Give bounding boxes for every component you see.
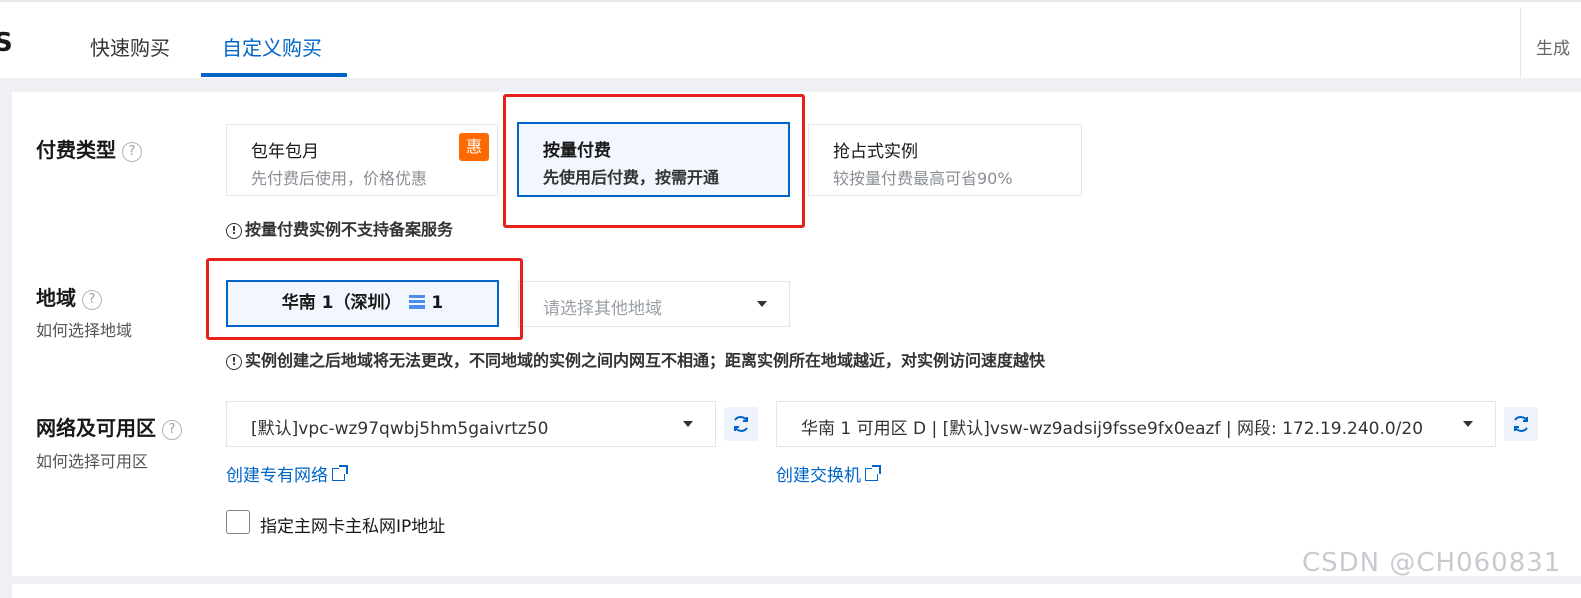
annotation-highlight-region [206,258,523,340]
top-bar: S 快速购买 自定义购买 生成 [0,0,1581,78]
question-circle-icon[interactable]: ? [122,142,142,162]
info-circle-icon: ! [226,354,242,370]
tab-quick-buy[interactable]: 快速购买 [90,32,170,61]
vswitch-refresh-button[interactable] [1504,407,1538,441]
billing-option-title: 包年包月 [251,142,319,162]
private-ip-checkbox-label[interactable]: 指定主网卡主私网IP地址 [260,512,445,537]
question-circle-icon[interactable]: ? [162,420,182,440]
vpc-select[interactable]: [默认]vpc-wz97qwbj5hm5gaivrtz50 [226,401,716,447]
active-tab-indicator [201,73,347,77]
header-right-action[interactable]: 生成 [1536,34,1570,59]
billing-option-subscription[interactable]: 包年包月 先付费后使用，价格优惠 惠 [226,124,498,196]
billing-option-spot-instance[interactable]: 抢占式实例 较按量付费最高可省90% [808,124,1082,196]
chevron-down-icon [683,421,693,427]
network-label: 网络及可用区? [36,412,182,441]
refresh-icon [734,416,748,432]
vpc-refresh-button[interactable] [724,407,758,441]
chevron-down-icon [1463,421,1473,427]
region-label: 地域? [36,282,102,311]
region-help-link[interactable]: 如何选择地域 [36,317,132,341]
promo-badge: 惠 [459,133,489,161]
create-vpc-link[interactable]: 创建专有网络 [226,461,348,486]
billing-option-title: 抢占式实例 [833,142,918,162]
next-panel-edge [12,584,1581,598]
billing-notice: ! 按量付费实例不支持备案服务 [226,216,453,240]
region-notice: ! 实例创建之后地域将无法更改，不同地域的实例之间内网互不相通；距离实例所在地域越… [226,347,1045,371]
chevron-down-icon [757,301,767,307]
brand-fragment: S [0,28,13,58]
annotation-highlight-billing [503,94,805,228]
private-ip-checkbox[interactable] [226,510,250,534]
region-other-select[interactable]: 请选择其他地域 [518,281,790,327]
watermark: CSDN @CH060831 [1302,548,1562,578]
billing-option-desc: 先付费后使用，价格优惠 [251,169,428,188]
refresh-icon [1514,416,1528,432]
create-vswitch-link[interactable]: 创建交换机 [776,461,881,486]
header-divider [1520,8,1521,78]
external-link-icon [332,465,348,481]
zone-help-link[interactable]: 如何选择可用区 [36,448,148,472]
tab-custom-buy[interactable]: 自定义购买 [222,32,322,61]
billing-option-desc: 较按量付费最高可省90% [833,169,1013,188]
info-circle-icon: ! [226,223,242,239]
billing-type-label: 付费类型? [36,134,142,163]
question-circle-icon[interactable]: ? [82,290,102,310]
vswitch-select[interactable]: 华南 1 可用区 D | [默认]vsw-wz9adsij9fsse9fx0ea… [776,401,1496,447]
external-link-icon [865,465,881,481]
